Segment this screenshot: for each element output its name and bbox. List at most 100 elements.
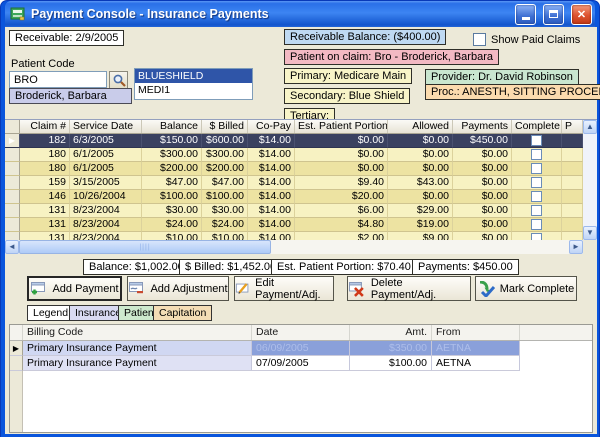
v-scroll-track[interactable] [583,134,597,226]
claims-column-header: Co-Pay [248,120,295,133]
app-icon [10,6,26,22]
claims-horizontal-scrollbar[interactable]: ◄ |||| ► [5,240,597,254]
claims-cell: $300.00 [142,148,202,162]
secondary-insurance-box: Secondary: Blue Shield [284,88,410,104]
claims-cell: $0.00 [295,162,388,176]
claims-cell: 131 [20,232,70,240]
add-adjustment-button[interactable]: Add Adjustment [127,276,229,301]
scroll-up-icon[interactable]: ▲ [583,120,597,134]
patient-search-button[interactable] [109,71,128,89]
complete-cell [512,232,562,240]
minimize-icon [522,17,530,20]
claims-row[interactable]: 1593/15/2005$47.00$47.00$14.00$9.40$43.0… [5,176,583,190]
claims-column-header: $ Billed [202,120,248,133]
receivable-date-box: Receivable: 2/9/2005 [9,30,124,46]
claims-cell: $100.00 [202,190,248,204]
h-scroll-thumb[interactable]: |||| [19,240,271,254]
claims-cell: 180 [20,148,70,162]
claims-cell: $0.00 [453,232,512,240]
complete-cell [512,162,562,176]
complete-checkbox[interactable] [531,149,542,160]
edit-payment-button[interactable]: Edit Payment/Adj. [234,276,334,301]
maximize-icon [549,10,558,18]
add-payment-button[interactable]: Add Payment [27,276,122,301]
claims-cell: $29.00 [388,204,453,218]
claims-cell: $14.00 [248,232,295,240]
provider-box: Provider: Dr. David Robinson [425,69,579,85]
row-selector [5,204,20,218]
insurance-listbox[interactable]: BLUESHIELDMEDI1 [134,68,253,100]
payments-cell: Primary Insurance Payment [23,341,252,356]
insurance-list-item[interactable]: BLUESHIELD [135,69,252,83]
close-icon: ✕ [577,8,586,21]
complete-checkbox[interactable] [531,177,542,188]
row-selector [5,148,20,162]
payments-column-header: Billing Code [23,325,252,340]
claims-row[interactable]: 1318/23/2004$24.00$24.00$14.00$4.80$19.0… [5,218,583,232]
receivable-balance-box: Receivable Balance: ($400.00) [284,29,446,45]
claims-cell-stub [562,204,583,218]
claims-grid: Claim #Service DateBalance$ BilledCo-Pay… [5,119,597,253]
claims-row[interactable]: 1806/1/2005$200.00$200.00$14.00$0.00$0.0… [5,162,583,176]
claims-cell: 8/23/2004 [70,218,142,232]
claims-cell: $0.00 [453,162,512,176]
row-selector [5,162,20,176]
claims-cell: $600.00 [202,134,248,148]
claims-row[interactable]: 1806/1/2005$300.00$300.00$14.00$0.00$0.0… [5,148,583,162]
claims-cell: 131 [20,218,70,232]
claims-cell: $450.00 [453,134,512,148]
claims-row[interactable]: 1318/23/2004$30.00$30.00$14.00$6.00$29.0… [5,204,583,218]
complete-checkbox[interactable] [531,135,542,146]
delete-payment-button[interactable]: Delete Payment/Adj. [347,276,471,301]
claims-cell: 146 [20,190,70,204]
claims-table-body: ▶1826/3/2005$150.00$600.00$14.00$0.00$0.… [5,134,583,240]
payments-column-header: Date [252,325,350,340]
claims-cell: $0.00 [388,148,453,162]
claims-cell: $0.00 [388,190,453,204]
payments-row[interactable]: Primary Insurance Payment07/09/2005$100.… [10,356,592,371]
claims-cell: $300.00 [202,148,248,162]
claims-cell: $24.00 [202,218,248,232]
scroll-right-icon[interactable]: ► [569,240,583,254]
payments-cell: AETNA [432,341,520,356]
scroll-left-icon[interactable]: ◄ [5,240,19,254]
titlebar[interactable]: Payment Console - Insurance Payments ✕ [5,1,595,27]
claims-cell-stub [562,218,583,232]
complete-checkbox[interactable] [531,205,542,216]
insurance-list-item[interactable]: MEDI1 [135,83,252,97]
claims-cell: $2.00 [295,232,388,240]
minimize-button[interactable] [515,4,536,25]
claims-row[interactable]: ▶1826/3/2005$150.00$600.00$14.00$0.00$0.… [5,134,583,148]
claims-cell: $0.00 [453,148,512,162]
delete-payment-icon [348,281,366,297]
complete-checkbox[interactable] [531,233,542,240]
claims-cell: $19.00 [388,218,453,232]
claims-row[interactable]: 14610/26/2004$100.00$100.00$14.00$20.00$… [5,190,583,204]
claims-cell: 6/1/2005 [70,162,142,176]
claims-cell: 10/26/2004 [70,190,142,204]
show-paid-claims-checkbox[interactable] [473,33,486,46]
payments-panel: Billing CodeDateAmt.From ▶Primary Insura… [9,324,593,433]
complete-checkbox[interactable] [531,163,542,174]
complete-cell [512,190,562,204]
claims-cell: 8/23/2004 [70,204,142,218]
maximize-button[interactable] [543,4,564,25]
patient-name-box: Broderick, Barbara [9,88,132,104]
patient-code-input[interactable] [9,71,107,88]
payments-row[interactable]: ▶Primary Insurance Payment06/09/2005$350… [10,341,592,356]
claims-row[interactable]: 1318/23/2004$10.00$10.00$14.00$2.00$9.00… [5,232,583,240]
complete-cell [512,134,562,148]
complete-checkbox[interactable] [531,191,542,202]
claims-vertical-scrollbar[interactable]: ▲ ▼ [583,120,597,240]
mark-complete-button[interactable]: Mark Complete [475,276,577,301]
scroll-down-icon[interactable]: ▼ [583,226,597,240]
complete-checkbox[interactable] [531,219,542,230]
claims-column-header: P [562,120,583,133]
claims-cell: $200.00 [202,162,248,176]
complete-cell [512,218,562,232]
claims-cell: $0.00 [388,134,453,148]
row-selector [5,190,20,204]
h-scroll-track[interactable] [271,240,569,254]
claims-cell: $47.00 [142,176,202,190]
close-button[interactable]: ✕ [571,4,592,25]
